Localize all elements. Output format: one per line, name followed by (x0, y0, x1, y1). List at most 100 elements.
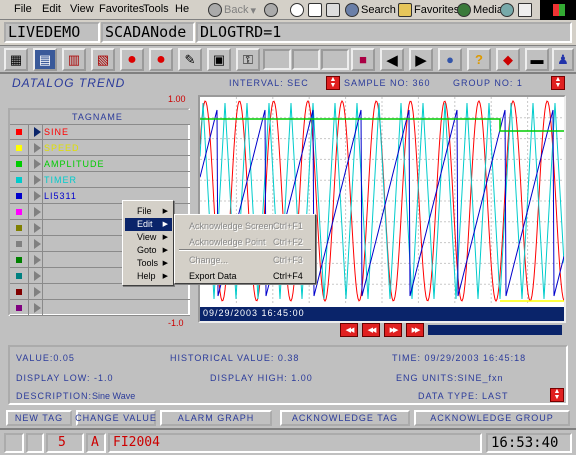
grid-icon-button[interactable]: ▦ (4, 48, 28, 71)
back-button[interactable]: Back ▾ (208, 2, 256, 18)
empty-slot (292, 49, 320, 70)
left-arrow-icon: ◀ (386, 51, 398, 69)
forward-fast-button[interactable]: ▶▶ (406, 323, 424, 337)
alarm-multi-icon-button[interactable]: ● (149, 48, 173, 71)
context-menu-item-help[interactable]: Help ▶ (125, 270, 172, 283)
new-tag-button[interactable]: NEW TAG (6, 410, 72, 426)
empty-slot (263, 49, 291, 70)
data-type-updown[interactable]: ▲ ▼ (550, 388, 564, 402)
scroll-bar[interactable] (428, 325, 562, 335)
menu-favorites[interactable]: Favorites (99, 3, 144, 15)
history-button[interactable] (500, 2, 514, 18)
forward-button[interactable] (264, 2, 278, 18)
change-value-button[interactable]: CHANGE VALUE (75, 410, 156, 426)
submenu-label: Acknowledge Screen (189, 221, 274, 231)
edit-icon-button[interactable]: ✎ (178, 48, 202, 71)
menu-help[interactable]: Help (175, 3, 189, 15)
status-empty (4, 433, 24, 453)
interval-updown[interactable]: ▲ ▼ (326, 76, 340, 90)
trend-icon-button[interactable]: ▧ (91, 48, 115, 71)
tag-color-swatch (16, 129, 22, 135)
chart-icon-button[interactable]: ▥ (62, 48, 86, 71)
media-button[interactable]: Media (457, 2, 503, 18)
context-menu-item-goto[interactable]: Goto ▶ (125, 244, 172, 257)
rewind-fast-button[interactable]: ◀◀ (340, 323, 358, 337)
chart-timestamp: 09/29/2003 16:45:00 (203, 308, 305, 318)
select-arrow-icon (34, 239, 41, 249)
submenu-shortcut: Ctrl+F4 (273, 271, 303, 281)
screen-name: DLOGTRD=1 (196, 22, 572, 43)
mail-icon (518, 3, 532, 17)
menu-tools[interactable]: Tools (143, 3, 169, 15)
menu-file[interactable]: File (14, 3, 32, 15)
tag-row[interactable] (10, 285, 190, 300)
refresh-icon (308, 3, 322, 17)
rewind-fast-icon: ◀◀ (345, 327, 355, 334)
clapper-icon-button[interactable]: ▬ (525, 48, 549, 71)
tag-row[interactable]: SPEED (10, 141, 190, 156)
menu-edit[interactable]: Edit (42, 3, 61, 15)
lock-icon-button[interactable]: ▣ (207, 48, 231, 71)
context-menu-item-view[interactable]: View ▶ (125, 231, 172, 244)
tag-row[interactable]: AMPLITUDE (10, 157, 190, 172)
rewind-button[interactable]: ◀◀ (362, 323, 380, 337)
refresh-button[interactable] (308, 2, 322, 18)
history-icon (500, 3, 514, 17)
display-low-label: DISPLAY LOW: -1.0 (16, 373, 114, 383)
tag-row[interactable]: TIMER (10, 173, 190, 188)
select-arrow-icon (34, 175, 41, 185)
trend-plot (199, 97, 565, 305)
menu-separator (179, 249, 311, 251)
submenu-item[interactable]: Export Data Ctrl+F4 (177, 268, 317, 284)
colors-icon: ■ (359, 52, 367, 67)
alarm-multi-icon: ● (156, 50, 166, 68)
description-label: DESCRIPTION:Sine Wave (16, 391, 136, 401)
eng-units-label: ENG UNITS:SINE_fxn (396, 373, 504, 383)
tag-color-swatch (16, 305, 22, 311)
grid-icon: ▦ (9, 51, 23, 67)
trend-chart: 09/29/2003 16:45:00 (198, 95, 566, 323)
menu-view[interactable]: View (70, 3, 94, 15)
menu-item-label: Help (137, 271, 156, 281)
tag-icon-button[interactable]: ◆ (496, 48, 520, 71)
globe-icon-button[interactable]: ● (438, 48, 462, 71)
mail-button[interactable] (518, 2, 532, 18)
stop-button[interactable] (290, 2, 304, 18)
alarm-tag[interactable]: FI2004 (108, 433, 482, 453)
context-menu-item-file[interactable]: File ▶ (125, 205, 172, 218)
tag-row[interactable] (10, 301, 190, 316)
colors-icon-button[interactable]: ■ (351, 48, 375, 71)
user-icon-button[interactable]: ♟ (552, 48, 574, 71)
alarm-icon-button[interactable]: ● (120, 48, 144, 71)
favorites-button[interactable]: Favorites (398, 2, 459, 18)
pencil-icon: ✎ (184, 51, 196, 67)
tag-row[interactable]: SINE (10, 125, 190, 140)
acknowledge-group-button[interactable]: ACKNOWLEDGE GROUP (414, 410, 570, 426)
document-icon-button[interactable]: ▤ (33, 48, 57, 71)
key-icon-button[interactable]: ⚿ (236, 48, 260, 71)
select-arrow-icon (34, 127, 41, 137)
context-menu-item-edit[interactable]: Edit ▶ (125, 218, 172, 231)
tag-color-swatch (16, 273, 22, 279)
context-menu: File ▶ Edit ▶ View ▶ Goto ▶ Tools ▶ Help ▶ (122, 200, 174, 286)
context-menu-item-tools[interactable]: Tools ▶ (125, 257, 172, 270)
group-updown[interactable]: ▲ ▼ (551, 76, 565, 90)
alarm-graph-button[interactable]: ALARM GRAPH (160, 410, 272, 426)
scada-toolbar: ▦ ▤ ▥ ▧ ● ● ✎ ▣ ⚿ ■ ◀ ▶ ● ? ◆ ▬ ♟ (0, 46, 576, 74)
info-panel: VALUE:0.05 HISTORICAL VALUE: 0.38 TIME: … (8, 345, 568, 405)
tag-name: TIMER (44, 175, 77, 185)
scada-node-title: SCADANode (101, 22, 195, 43)
next-screen-button[interactable]: ▶ (409, 48, 433, 71)
alarm-count: 5 (46, 433, 84, 453)
forward-button[interactable]: ▶▶ (384, 323, 402, 337)
prev-screen-button[interactable]: ◀ (380, 48, 404, 71)
acknowledge-tag-button[interactable]: ACKNOWLEDGE TAG (280, 410, 410, 426)
alarm-flag: A (86, 433, 106, 453)
home-button[interactable] (326, 2, 340, 18)
tag-color-swatch (16, 177, 22, 183)
tag-color-swatch (16, 209, 22, 215)
tag-name: LI5311 (44, 191, 77, 201)
menu-item-label: Goto (137, 245, 157, 255)
help-icon-button[interactable]: ? (467, 48, 491, 71)
search-button[interactable]: Search (345, 2, 396, 18)
